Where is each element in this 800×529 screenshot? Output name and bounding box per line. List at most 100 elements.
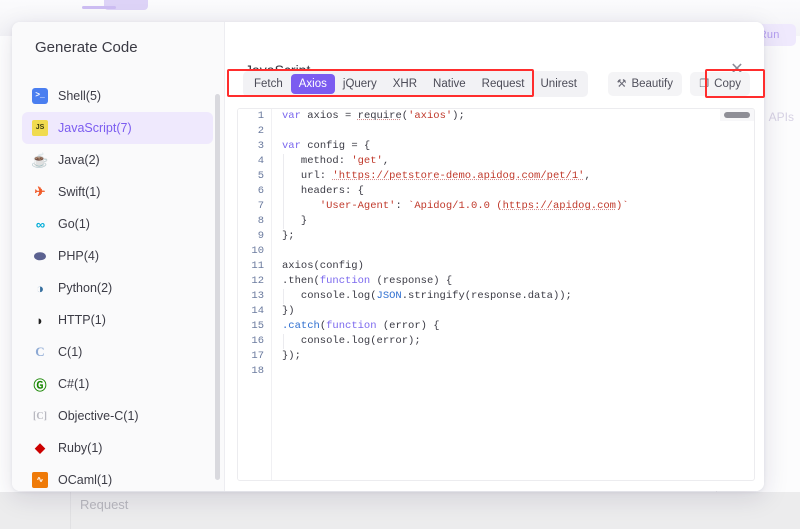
line-number: 11 — [251, 260, 264, 272]
background-request-label: Request — [80, 497, 129, 512]
sidebar-item-swift-1[interactable]: ✈ Swift(1) — [22, 176, 213, 208]
sidebar-item-shell-5[interactable]: >_ Shell(5) — [22, 80, 213, 112]
code-line: } — [282, 215, 308, 227]
sidebar-item-javascript-7[interactable]: JS JavaScript(7) — [22, 112, 213, 144]
sidebar-item-label: Shell(5) — [58, 89, 102, 103]
sidebar-item-label: Ruby(1) — [58, 441, 103, 455]
line-number: 3 — [257, 140, 264, 152]
variant-tabstrip[interactable]: Fetch Axios jQuery XHR Native Request Unirest — [243, 71, 588, 97]
line-number-gutter: 1 2 3 4 5 6 7 8 9 10 11 12 13 14 15 16 17 18 — [238, 109, 272, 480]
tab-jquery[interactable]: jQuery — [335, 74, 385, 94]
line-number: 13 — [251, 290, 264, 302]
indent-guide — [283, 334, 284, 349]
beautify-button[interactable]: ⚒ Beautify — [607, 72, 682, 96]
line-number: 2 — [257, 125, 264, 137]
beautify-icon: ⚒ — [616, 77, 627, 90]
beautify-label: Beautify — [631, 78, 673, 90]
background-breadcrumb-placeholder — [82, 6, 116, 9]
line-number: 6 — [257, 185, 264, 197]
sidebar-item-label: C#(1) — [58, 377, 90, 391]
tab-request[interactable]: Request — [474, 74, 533, 94]
sidebar-item-label: JavaScript(7) — [58, 121, 132, 135]
java-icon: ☕ — [31, 151, 49, 168]
horizontal-scrollbar[interactable] — [724, 112, 750, 118]
sidebar-item-label: Java(2) — [58, 153, 100, 167]
sidebar-item-http-1[interactable]: ◗ HTTP(1) — [22, 304, 213, 336]
sidebar-item-label: Python(2) — [58, 281, 113, 295]
copy-icon: ❐ — [699, 77, 710, 90]
line-number: 12 — [251, 275, 264, 287]
code-toolbar: Fetch Axios jQuery XHR Native Request Unirest … — [243, 71, 750, 97]
background-apis-label: APIs — [768, 110, 794, 124]
code-line: 'User-Agent': `Apidog/1.0.0 (https://api… — [319, 200, 629, 212]
line-number: 16 — [251, 335, 264, 347]
tab-xhr[interactable]: XHR — [385, 74, 425, 94]
line-number: 10 — [251, 245, 264, 257]
code-content[interactable]: var axios = require('axios'); var config… — [272, 109, 754, 480]
javascript-icon: JS — [32, 120, 48, 136]
sidebar-item-label: OCaml(1) — [58, 473, 113, 487]
ruby-icon: ◆ — [35, 440, 45, 455]
sidebar-item-ocaml-1[interactable]: ∿ OCaml(1) — [22, 464, 213, 491]
line-number: 18 — [251, 365, 264, 377]
tab-native[interactable]: Native — [425, 74, 474, 94]
code-line: axios(config) — [282, 260, 364, 272]
code-line: console.log(error); — [282, 335, 421, 347]
sidebar-item-label: PHP(4) — [58, 249, 99, 263]
line-number: 14 — [251, 305, 264, 317]
line-number: 5 — [257, 170, 264, 182]
line-number: 4 — [257, 155, 264, 167]
sidebar-item-php-4[interactable]: ⬬ PHP(4) — [22, 240, 213, 272]
sidebar-scrollbar[interactable] — [215, 94, 220, 480]
go-icon: ∞ — [35, 216, 45, 232]
copy-label: Copy — [714, 78, 741, 90]
language-sidebar: Generate Code >_ Shell(5) JS JavaScript(7) ☕… — [12, 22, 225, 491]
http-icon: ◗ — [36, 312, 44, 328]
c-icon: C — [35, 344, 45, 359]
tab-fetch[interactable]: Fetch — [246, 74, 291, 94]
php-icon: ⬬ — [34, 247, 46, 264]
sidebar-item-label: Go(1) — [58, 217, 90, 231]
sidebar-item-label: Swift(1) — [58, 185, 101, 199]
line-number: 1 — [257, 110, 264, 122]
sidebar-item-label: HTTP(1) — [58, 313, 106, 327]
copy-button[interactable]: ❐ Copy — [690, 72, 750, 96]
sidebar-item-python-2[interactable]: ◑ Python(2) — [22, 272, 213, 304]
sidebar-item-c-1[interactable]: Ⓖ C#(1) — [22, 368, 213, 400]
tab-unirest[interactable]: Unirest — [533, 74, 585, 94]
sidebar-item-label: C(1) — [58, 345, 83, 359]
sidebar-item-java-2[interactable]: ☕ Java(2) — [22, 144, 213, 176]
code-editor[interactable]: 1 2 3 4 5 6 7 8 9 10 11 12 13 14 15 16 17 18 var axios = … — [237, 108, 755, 481]
indent-guide — [283, 154, 284, 229]
code-line: url: 'https://petstore-demo.apidog.com/p… — [282, 170, 591, 182]
background-divider — [70, 492, 71, 529]
code-line: .catch(function (error) { — [282, 320, 440, 332]
modal-title: Generate Code — [35, 39, 138, 56]
language-list[interactable]: >_ Shell(5) JS JavaScript(7) ☕ Java(2) ✈ Swift(… — [12, 80, 225, 491]
code-line: console.log(JSON.stringify(response.data… — [282, 290, 572, 302]
sidebar-item-ruby-1[interactable]: ◆ Ruby(1) — [22, 432, 213, 464]
line-number: 15 — [251, 320, 264, 332]
code-panel: JavaScript ✕ Fetch Axios jQuery XHR Native Re… — [225, 22, 764, 491]
sidebar-item-go-1[interactable]: ∞ Go(1) — [22, 208, 213, 240]
code-line: var config = { — [282, 140, 371, 152]
sidebar-item-label: Objective-C(1) — [58, 409, 139, 423]
code-line: }; — [282, 230, 295, 242]
shell-icon: >_ — [32, 88, 48, 104]
code-line: }); — [282, 350, 301, 362]
line-number: 8 — [257, 215, 264, 227]
csharp-icon: Ⓖ — [33, 377, 47, 393]
generate-code-modal: Generate Code >_ Shell(5) JS JavaScript(7) ☕… — [12, 22, 764, 491]
sidebar-item-c-1[interactable]: C C(1) — [22, 336, 213, 368]
ocaml-icon: ∿ — [32, 472, 48, 488]
sidebar-item-objective-c-1[interactable]: [C] Objective-C(1) — [22, 400, 213, 432]
code-line: }) — [282, 305, 295, 317]
line-number: 17 — [251, 350, 264, 362]
tab-axios[interactable]: Axios — [290, 74, 335, 94]
code-line: var axios = require('axios'); — [282, 110, 465, 122]
objective-c-icon: [C] — [33, 410, 47, 422]
code-line: .then(function (response) { — [282, 275, 453, 287]
